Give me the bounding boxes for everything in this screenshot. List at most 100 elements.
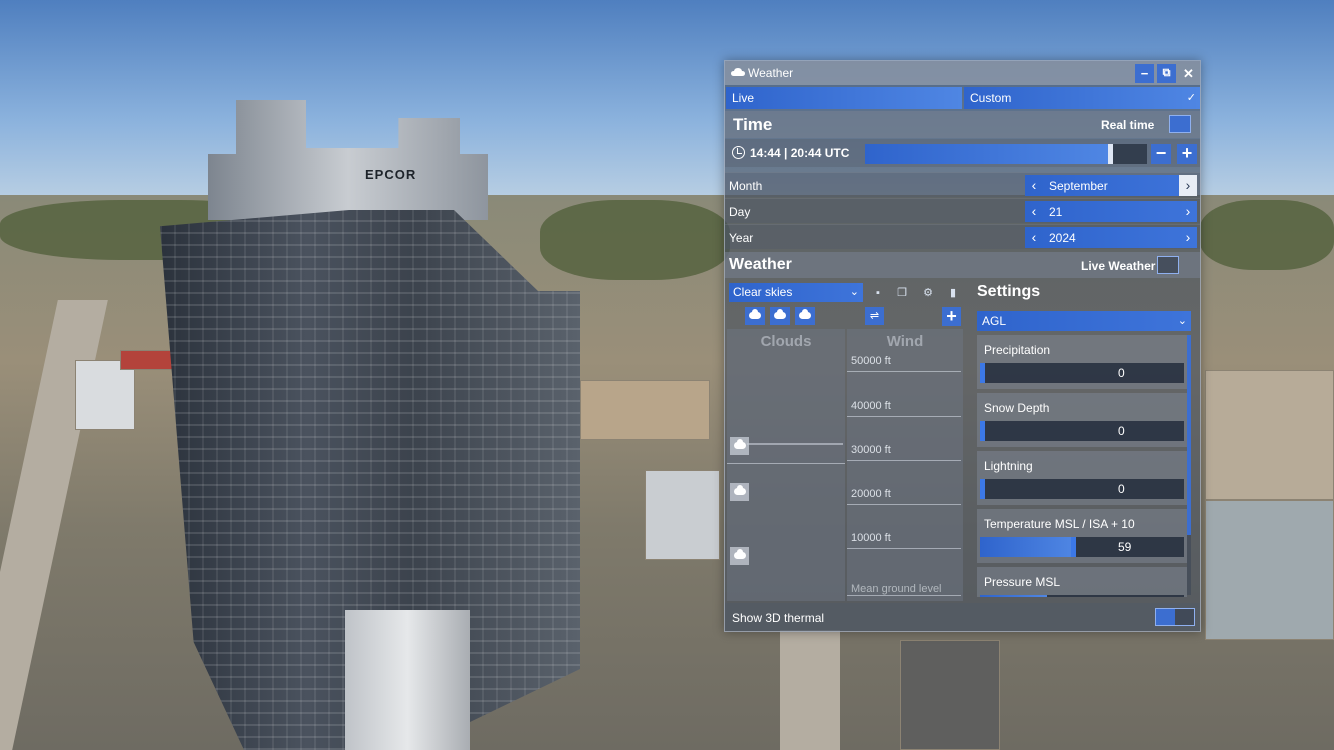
weather-preset-value: Clear skies (733, 285, 793, 299)
day-label: Day (729, 205, 751, 219)
precipitation-value[interactable]: 0 (1118, 366, 1125, 380)
slider-fill (980, 537, 1074, 557)
pressure-setting: Pressure MSL (977, 567, 1187, 597)
slider-thumb[interactable] (980, 363, 985, 383)
weather-window: Weather − ⧉ ✕ Live Custom ✓ Time Real ti… (724, 60, 1201, 632)
chevron-right-icon[interactable]: › (1179, 227, 1197, 248)
building (900, 640, 1000, 750)
altitude-label: 20000 ft (851, 488, 891, 500)
chevron-left-icon[interactable]: ‹ (1025, 201, 1043, 222)
slider-thumb[interactable] (980, 421, 985, 441)
lightning-slider[interactable]: 0 (980, 479, 1184, 499)
chevron-left-icon[interactable]: ‹ (1025, 175, 1043, 196)
building (1205, 370, 1334, 500)
temperature-slider[interactable]: 59 (980, 537, 1184, 557)
copy-icon[interactable]: ❐ (893, 284, 911, 302)
cloud-icon (734, 549, 746, 559)
chevron-right-icon[interactable]: › (1179, 201, 1197, 222)
cloud-layer-add-button[interactable] (795, 307, 815, 325)
altitude-gridline (847, 416, 961, 417)
precipitation-slider[interactable]: 0 (980, 363, 1184, 383)
tab-live[interactable]: Live (726, 87, 962, 109)
weather-section-header: Weather Live Weather (725, 252, 1200, 278)
live-weather-label: Live Weather (1081, 259, 1156, 273)
add-wind-layer-button[interactable]: + (942, 307, 961, 326)
realtime-label: Real time (1101, 118, 1155, 132)
wind-column[interactable]: Wind 50000 ft 40000 ft 30000 ft 20000 ft… (847, 329, 963, 601)
altitude-gridline (847, 504, 961, 505)
cloud-layer-handle[interactable] (730, 547, 749, 565)
altitude-gridline (847, 460, 961, 461)
construction-site (580, 380, 710, 440)
cloud-icon (749, 309, 761, 319)
temperature-value[interactable]: 59 (1118, 540, 1131, 554)
snow-depth-label: Snow Depth (984, 401, 1050, 415)
cloud-layer-handle[interactable] (730, 437, 749, 455)
chevron-left-icon[interactable]: ‹ (1025, 227, 1043, 248)
cloud-layer-add-button[interactable] (745, 307, 765, 325)
chevron-right-icon[interactable]: › (1179, 175, 1197, 196)
weather-preset-select[interactable]: Clear skies ⌄ (729, 283, 863, 302)
time-section-header: Time Real time (725, 111, 1200, 138)
settings-title: Settings (977, 283, 1041, 300)
month-spinner[interactable]: ‹ September › (1025, 175, 1197, 196)
pressure-label: Pressure MSL (984, 575, 1061, 589)
tower-annex (345, 610, 470, 750)
live-weather-toggle[interactable] (1157, 256, 1179, 274)
time-decrement-button[interactable]: − (1151, 144, 1171, 164)
titlebar[interactable]: Weather − ⧉ ✕ (725, 61, 1200, 85)
slider-fill (980, 595, 1048, 597)
realtime-toggle[interactable] (1169, 115, 1191, 133)
slider-thumb[interactable] (1070, 537, 1076, 557)
altitude-label: 50000 ft (851, 355, 891, 367)
snow-depth-value[interactable]: 0 (1118, 424, 1125, 438)
altitude-gridline (847, 595, 961, 596)
altitude-gridline (847, 548, 961, 549)
save-icon[interactable]: ▪ (869, 284, 887, 302)
lightning-label: Lightning (984, 459, 1033, 473)
wind-layer-button[interactable]: ⇌ (865, 307, 884, 325)
settings-scrollbar[interactable] (1187, 335, 1191, 595)
minimize-button[interactable]: − (1135, 64, 1154, 83)
clouds-column[interactable]: Clouds (727, 329, 845, 601)
glass-building (1205, 500, 1334, 640)
snow-depth-slider[interactable]: 0 (980, 421, 1184, 441)
tab-live-label: Live (732, 91, 755, 105)
tab-custom-label: Custom (970, 91, 1012, 105)
show-3d-thermal-toggle[interactable] (1155, 608, 1195, 626)
slider-thumb[interactable] (980, 479, 985, 499)
altitude-reference-select[interactable]: AGL ⌄ (977, 311, 1191, 331)
snow-depth-setting: Snow Depth 0 (977, 393, 1187, 447)
road (780, 630, 840, 750)
show-3d-thermal-label: Show 3D thermal (732, 611, 825, 625)
time-increment-button[interactable]: + (1177, 144, 1197, 164)
altitude-gridline (727, 463, 845, 464)
cloud-layer-add-button[interactable] (770, 307, 790, 325)
footer-row: Show 3D thermal (725, 603, 1200, 631)
year-spinner[interactable]: ‹ 2024 › (1025, 227, 1197, 248)
cloud-icon (799, 309, 811, 319)
altitude-label: 30000 ft (851, 444, 891, 456)
tab-custom[interactable]: Custom ✓ (964, 87, 1200, 109)
tree-area (540, 200, 730, 280)
cloud-layer-handle[interactable] (730, 483, 749, 501)
tower-sign: EPCOR (365, 167, 417, 182)
time-slider[interactable] (865, 144, 1147, 164)
year-row: Year ‹ 2024 › (725, 224, 1200, 249)
day-spinner[interactable]: ‹ 21 › (1025, 201, 1197, 222)
trash-icon[interactable]: ▮ (944, 284, 962, 302)
pressure-slider[interactable] (980, 595, 1184, 597)
building (645, 470, 720, 560)
time-slider-thumb[interactable] (1107, 144, 1113, 164)
gear-icon[interactable]: ⚙ (919, 284, 937, 302)
altitude-gridline (847, 371, 961, 372)
popout-button[interactable]: ⧉ (1157, 64, 1176, 83)
close-button[interactable]: ✕ (1179, 64, 1198, 83)
temperature-setting: Temperature MSL / ISA + 10 59 (977, 509, 1187, 563)
month-row: Month ‹ September › (725, 172, 1200, 197)
precipitation-label: Precipitation (984, 343, 1051, 357)
scrollbar-thumb[interactable] (1187, 335, 1191, 535)
tree-area (1200, 200, 1334, 270)
lightning-value[interactable]: 0 (1118, 482, 1125, 496)
cloud-icon (731, 68, 745, 76)
